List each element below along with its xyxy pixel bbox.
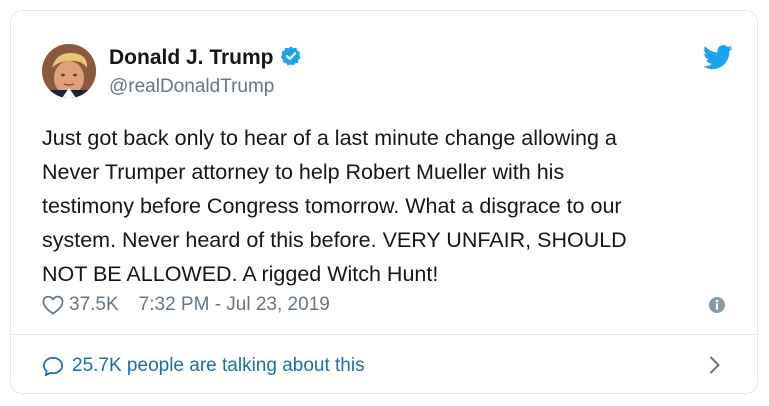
author-name-text[interactable]: Donald J. Trump xyxy=(109,46,274,69)
twitter-bird-icon[interactable] xyxy=(703,45,733,75)
tweet-meta: 37.5K 7:32 PM - Jul 23, 2019 xyxy=(42,292,330,318)
author-handle[interactable]: @realDonaldTrump xyxy=(109,75,274,99)
avatar[interactable] xyxy=(42,44,96,98)
heart-icon[interactable] xyxy=(42,295,64,315)
tweet-text: Just got back only to hear of a last min… xyxy=(42,126,627,286)
author-display-name[interactable]: Donald J. Trump xyxy=(109,45,302,74)
talking-about-label[interactable]: 25.7K people are talking about this xyxy=(72,355,365,377)
tweet-card: Donald J. Trump @realDonaldTrump Just go… xyxy=(10,10,758,394)
speech-bubble-icon xyxy=(42,356,64,377)
like-count[interactable]: 37.5K xyxy=(69,294,119,316)
tweet-timestamp[interactable]: 7:32 PM - Jul 23, 2019 xyxy=(139,294,330,316)
divider xyxy=(11,334,757,335)
verified-badge-icon xyxy=(280,45,302,74)
talking-about-link[interactable]: 25.7K people are talking about this xyxy=(42,353,365,379)
chevron-right-icon[interactable] xyxy=(708,355,722,380)
info-icon[interactable] xyxy=(708,296,726,319)
